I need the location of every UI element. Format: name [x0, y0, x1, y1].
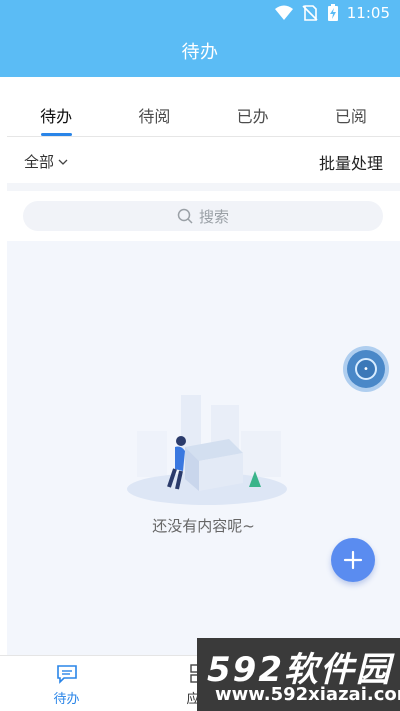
empty-state-text: 还没有内容呢~ [152, 517, 255, 535]
tab-label: 已阅 [334, 107, 367, 126]
batch-process-button[interactable]: 批量处理 [319, 150, 383, 174]
watermark-url: www.592xiazai.com [215, 684, 400, 705]
tab-read[interactable]: 已阅 [302, 95, 400, 136]
task-list-area: 还没有内容呢~ [7, 241, 400, 655]
search-placeholder: 搜索 [198, 207, 229, 226]
page-title: 待办 [181, 42, 219, 63]
tab-todo[interactable]: 待办 [7, 95, 105, 136]
battery-charging-icon [327, 4, 338, 21]
nav-label: 待办 [53, 692, 80, 707]
target-icon: • [355, 358, 377, 380]
tab-label: 待办 [40, 107, 73, 126]
floating-assistant-button[interactable]: • [347, 350, 385, 388]
nav-todo[interactable]: 待办 [0, 656, 133, 711]
app-header: 11:05 待办 [0, 0, 400, 77]
active-tab-indicator [41, 133, 73, 136]
filter-row: 全部 批量处理 [7, 140, 400, 183]
tab-done[interactable]: 已办 [204, 95, 302, 136]
status-time: 11:05 [346, 4, 390, 22]
chevron-down-icon [58, 159, 68, 165]
divider [7, 183, 400, 191]
tab-bar: 待办 待阅 已办 已阅 [7, 95, 400, 137]
watermark-logo: 592软件园 www.592xiazai.com [197, 638, 400, 711]
tab-to-read[interactable]: 待阅 [105, 95, 203, 136]
category-dropdown[interactable]: 全部 [24, 151, 68, 172]
add-button[interactable] [331, 538, 375, 582]
search-icon [177, 208, 193, 224]
tab-label: 待阅 [138, 107, 171, 126]
status-bar: 11:05 [0, 0, 400, 26]
search-area: 搜索 [7, 191, 400, 241]
search-input[interactable]: 搜索 [23, 201, 383, 231]
wifi-icon [274, 5, 293, 20]
message-icon [56, 665, 77, 684]
plus-icon [343, 550, 363, 570]
no-sim-icon [302, 5, 318, 21]
category-selected: 全部 [24, 153, 55, 171]
empty-box-illustration [127, 395, 287, 505]
tab-label: 已办 [236, 107, 269, 126]
